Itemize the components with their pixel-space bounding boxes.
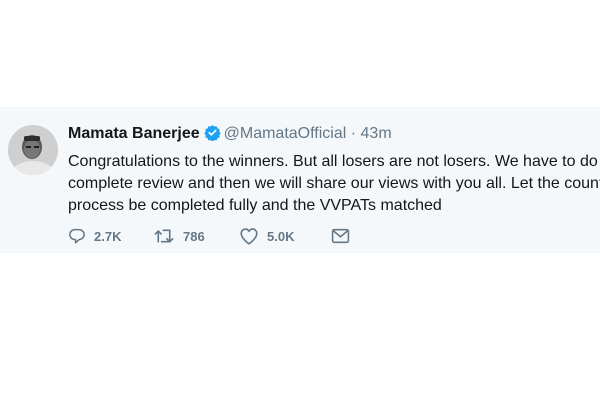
tweet-text-line: complete review and then we will share o…	[68, 175, 600, 192]
retweet-icon	[153, 227, 175, 245]
avatar[interactable]	[8, 125, 58, 175]
reply-button[interactable]: 2.7K	[68, 227, 153, 245]
verified-badge-icon	[203, 124, 221, 147]
timestamp[interactable]: 43m	[361, 125, 392, 142]
tweet-header: Mamata Banerjee @MamataOfficial · 43m	[68, 124, 392, 147]
tweet-text-line: process be completed fully and the VVPAT…	[68, 197, 442, 214]
retweet-button[interactable]: 786	[153, 227, 239, 245]
envelope-icon	[331, 228, 350, 244]
like-button[interactable]: 5.0K	[239, 227, 331, 245]
tweet-actions: 2.7K 786 5.0K	[68, 225, 361, 247]
separator-dot: ·	[350, 125, 357, 142]
profile-photo	[8, 125, 58, 175]
reply-count: 2.7K	[94, 228, 122, 244]
direct-message-button[interactable]	[331, 228, 361, 244]
tweet-text: Congratulations to the winners. But all …	[68, 151, 600, 217]
tweet-card[interactable]: Mamata Banerjee @MamataOfficial · 43m Con…	[0, 107, 600, 253]
like-count: 5.0K	[267, 228, 295, 244]
author-handle[interactable]: @MamataOfficial	[224, 125, 347, 142]
reply-icon	[68, 227, 86, 245]
author-name[interactable]: Mamata Banerjee	[68, 125, 200, 142]
retweet-count: 786	[183, 228, 205, 244]
tweet-text-line: Congratulations to the winners. But all …	[68, 153, 600, 170]
heart-icon	[239, 227, 259, 245]
